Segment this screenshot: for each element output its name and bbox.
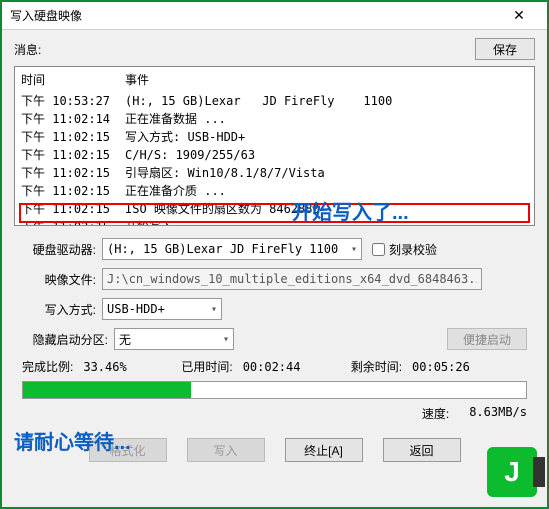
image-row: 映像文件:: [22, 268, 527, 290]
log-row: 下午 11:02:14正在准备数据 ...: [21, 110, 528, 128]
log-row: 下午 11:02:15写入方式: USB-HDD+: [21, 128, 528, 146]
log-row: 下午 11:02:15开始写入 ...: [21, 218, 528, 226]
abort-button[interactable]: 终止[A]: [285, 438, 363, 462]
log-row: 下午 11:02:15引导扇区: Win10/8.1/8/7/Vista: [21, 164, 528, 182]
hide-select[interactable]: 无 ▾: [114, 328, 234, 350]
window-title: 写入硬盘映像: [10, 7, 82, 24]
chevron-down-icon: ▾: [351, 244, 357, 255]
drive-value: (H:, 15 GB)Lexar JD FireFly 1100: [107, 242, 338, 256]
image-label: 映像文件:: [22, 271, 96, 288]
col-event-header: 事件: [125, 71, 528, 88]
back-button[interactable]: 返回: [383, 438, 461, 462]
chevron-down-icon: ▾: [211, 304, 217, 315]
annotation-please-wait: 请耐心等待...: [14, 426, 131, 455]
logo-icon: J: [487, 447, 537, 497]
image-path-input: [102, 268, 482, 290]
content-area: 消息: 保存 时间 事件 下午 10:53:27(H:, 15 GB)Lexar…: [2, 30, 547, 474]
convenient-boot-button[interactable]: 便捷启动: [447, 328, 527, 350]
elapsed-value: 00:02:44: [243, 360, 313, 374]
progress-bar: [22, 381, 527, 399]
drive-label: 硬盘驱动器:: [22, 241, 96, 258]
remain-label: 剩余时间:: [351, 358, 402, 375]
verify-label: 刻录校验: [389, 241, 437, 258]
titlebar: 写入硬盘映像 ✕: [2, 2, 547, 30]
dialog-window: 写入硬盘映像 ✕ 消息: 保存 时间 事件 下午 10:53:27(H:, 15…: [0, 0, 549, 509]
hide-row: 隐藏启动分区: 无 ▾ 便捷启动: [22, 328, 527, 350]
stats-row: 完成比例: 33.46% 已用时间: 00:02:44 剩余时间: 00:05:…: [22, 358, 527, 375]
log-listbox[interactable]: 时间 事件 下午 10:53:27(H:, 15 GB)Lexar JD Fir…: [14, 66, 535, 226]
speed-value: 8.63MB/s: [469, 405, 527, 422]
verify-checkbox[interactable]: [372, 243, 385, 256]
mode-row: 写入方式: USB-HDD+ ▾: [22, 298, 527, 320]
log-row: 下午 11:02:15C/H/S: 1909/255/63: [21, 146, 528, 164]
log-header: 时间 事件: [15, 67, 534, 92]
mode-label: 写入方式:: [22, 301, 96, 318]
write-button: 写入: [187, 438, 265, 462]
speed-label: 速度:: [422, 405, 449, 422]
progress-fill: [23, 382, 191, 398]
chevron-down-icon: ▾: [223, 334, 229, 345]
message-row: 消息: 保存: [14, 38, 535, 60]
message-label: 消息:: [14, 41, 41, 58]
log-row: 下午 10:53:27(H:, 15 GB)Lexar JD FireFly 1…: [21, 92, 528, 110]
save-button[interactable]: 保存: [475, 38, 535, 60]
mode-select[interactable]: USB-HDD+ ▾: [102, 298, 222, 320]
log-row: 下午 11:02:15正在准备介质 ...: [21, 182, 528, 200]
speed-row: 速度: 8.63MB/s: [22, 405, 527, 422]
drive-select[interactable]: (H:, 15 GB)Lexar JD FireFly 1100 ▾: [102, 238, 362, 260]
col-time-header: 时间: [21, 71, 125, 88]
mode-value: USB-HDD+: [107, 302, 165, 316]
drive-row: 硬盘驱动器: (H:, 15 GB)Lexar JD FireFly 1100 …: [22, 238, 527, 260]
log-row: 下午 11:02:15ISO 映像文件的扇区数为 8462880: [21, 200, 528, 218]
annotation-start-writing: 开始写入了...: [292, 196, 409, 225]
remain-value: 00:05:26: [412, 360, 470, 374]
hide-label: 隐藏启动分区:: [22, 331, 108, 348]
log-rows: 下午 10:53:27(H:, 15 GB)Lexar JD FireFly 1…: [15, 92, 534, 226]
pct-value: 33.46%: [83, 360, 143, 374]
elapsed-label: 已用时间:: [181, 358, 232, 375]
pct-label: 完成比例:: [22, 358, 73, 375]
verify-checkbox-row[interactable]: 刻录校验: [372, 241, 437, 258]
close-button[interactable]: ✕: [499, 3, 539, 29]
hide-value: 无: [119, 331, 131, 348]
